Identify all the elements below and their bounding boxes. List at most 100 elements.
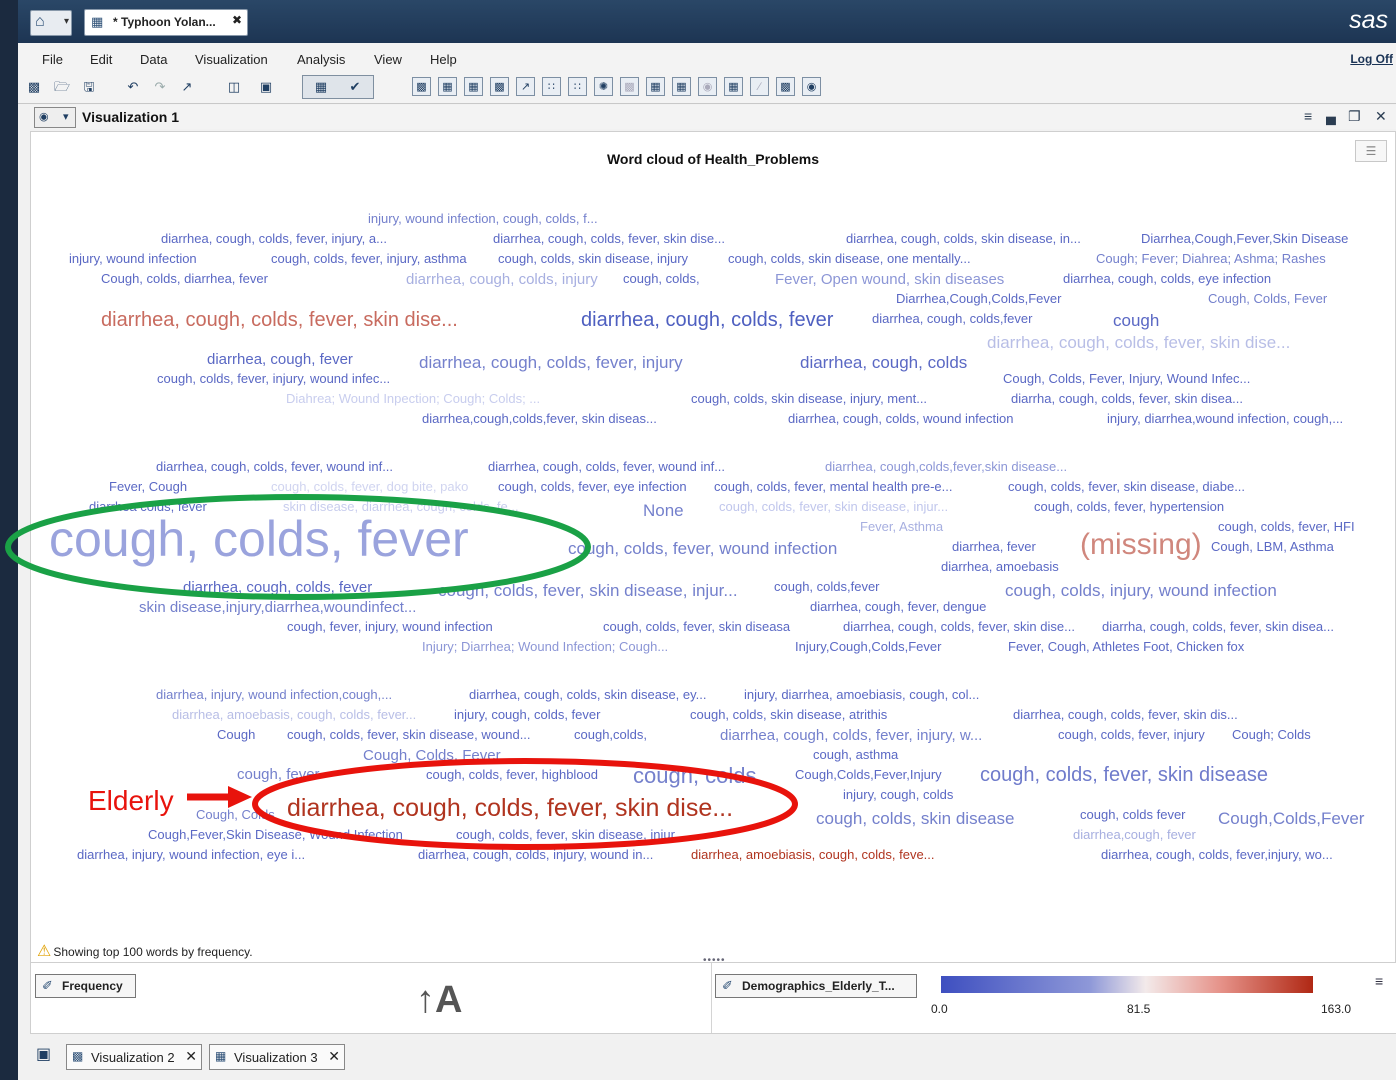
word-cloud-term[interactable]: diarrhea, amoebiasis, cough, colds, feve… [691,848,935,861]
word-cloud-term[interactable]: diarrhea, cough, colds, skin disease, ey… [469,688,707,701]
word-cloud-term[interactable]: diarrhea, cough, colds, fever, wound inf… [156,460,393,473]
word-cloud-term[interactable]: cough, colds, injury, wound infection [1005,582,1277,599]
log-off-link[interactable]: Log Off [1350,52,1393,66]
word-cloud-term[interactable]: (missing) [1080,530,1202,560]
word-cloud-term[interactable]: diarrhea, cough, colds, fever, skin dise… [843,620,1075,633]
word-cloud-term[interactable]: Fever, Cough, Athletes Foot, Chicken fox [1008,640,1244,653]
line-chart-icon[interactable]: ↗ [516,77,535,96]
table-icon[interactable]: ▦ [438,77,457,96]
word-cloud-term[interactable]: Cough [217,728,255,741]
word-cloud-term[interactable]: cough [1113,312,1159,329]
menu-analysis[interactable]: Analysis [297,52,345,67]
box-plot-icon[interactable]: ▦ [646,77,665,96]
select-mode-icon[interactable]: ▦ [311,77,331,97]
histogram-icon[interactable]: ▩ [620,77,639,96]
undo-icon[interactable]: ↶ [123,77,143,97]
home-button[interactable]: ⌂ ▾ [30,10,72,36]
word-cloud-term[interactable]: cough, colds, skin disease, injury [498,252,688,265]
word-cloud-term[interactable]: Injury,Cough,Colds,Fever [795,640,941,653]
word-cloud-term[interactable]: Cough; Colds [1232,728,1311,741]
document-tab[interactable]: ▦ * Typhoon Yolan... ✖ [84,9,248,36]
word-cloud-term[interactable]: cough, colds, fever, dog bite, pako [271,480,468,493]
word-cloud-term[interactable]: cough, colds, skin disease, atrithis [690,708,887,721]
word-cloud-term[interactable]: diarrhea, cough, colds, fever, skin dise… [101,310,458,330]
word-cloud-term[interactable]: Cough, Colds, Fever [363,748,501,763]
close-icon[interactable]: ✕ [1375,108,1387,125]
word-cloud-term[interactable]: cough, colds, fever [49,514,469,564]
word-cloud-term[interactable]: cough, colds, fever, injury, asthma [271,252,467,265]
word-cloud-term[interactable]: cough, colds, fever, skin disease [980,765,1268,785]
word-cloud-term[interactable]: diarrhea, cough, colds, fever, skin dise… [493,232,725,245]
word-cloud-term[interactable]: diarrhea, cough, colds, fever, injury, w… [720,728,982,743]
word-cloud-term[interactable]: Fever, Asthma [860,520,943,533]
word-cloud-term[interactable]: injury, wound infection [69,252,197,265]
word-cloud-term[interactable]: diarrhea, cough, colds, fever, skin dise… [987,334,1290,351]
menu-visualization[interactable]: Visualization [195,52,268,67]
word-cloud-term[interactable]: cough, fever, injury, wound infection [287,620,493,633]
word-cloud-term[interactable]: diarrhea,cough,colds,fever, skin diseas.… [422,412,657,425]
close-icon[interactable]: ✕ [185,1048,197,1065]
layers-icon[interactable]: ▣ [36,1044,51,1064]
word-cloud-term[interactable]: skin disease,injury,diarrhea,woundinfect… [139,600,416,615]
size-role-chip[interactable]: ✐ Frequency [35,974,136,998]
open-folder-icon[interactable]: 🗁 [52,77,72,97]
color-role-chip[interactable]: ✐ Demographics_Elderly_T... [715,974,917,998]
word-cloud-term[interactable]: diarrhea, cough, colds, skin disease, in… [846,232,1081,245]
word-cloud-term[interactable]: cough, colds, skin disease, injury, ment… [691,392,927,405]
word-cloud-term[interactable]: cough, colds, fever, wound infection [568,540,837,557]
word-cloud-term[interactable]: cough, colds, fever, skin diseasa [603,620,790,633]
menu-data[interactable]: Data [140,52,167,67]
word-cloud-term[interactable]: diarrhea, cough, colds, fever, injury, a… [161,232,387,245]
export-icon[interactable]: ↗ [177,77,197,97]
word-cloud-term[interactable]: diarrhea, cough, colds, fever [581,310,833,330]
word-cloud-term[interactable]: Cough, colds, diarrhea, fever [101,272,268,285]
word-cloud-term[interactable]: injury, wound infection, cough, colds, f… [368,212,598,225]
word-cloud-term[interactable]: diarrhea, amoebasis, cough, colds, fever… [172,708,416,721]
geo-map-icon[interactable]: ◉ [698,77,717,96]
bar-chart-icon[interactable]: ▩ [412,77,431,96]
word-cloud-icon[interactable]: ◉ [802,77,821,96]
word-cloud-term[interactable]: cough, colds, fever, injury [1058,728,1205,741]
word-cloud-term[interactable]: Cough, Colds, Fever, Injury, Wound Infec… [1003,372,1250,385]
word-cloud-term[interactable]: diarrhea, cough,colds,fever,skin disease… [825,460,1067,473]
word-cloud-term[interactable]: cough, colds, fever, eye infection [498,480,687,493]
menu-view[interactable]: View [374,52,402,67]
word-cloud-term[interactable]: injury, cough, colds [843,788,953,801]
visualization-type-button[interactable]: ◉ ▾ [34,107,76,128]
word-cloud-term[interactable]: diarrhea, cough, colds, fever, wound inf… [488,460,725,473]
word-cloud-term[interactable]: cough, asthma [813,748,898,761]
word-cloud-term[interactable]: diarrhea, cough, colds, eye infection [1063,272,1271,285]
word-cloud-term[interactable]: diarrhea, injury, wound infection, eye i… [77,848,305,861]
word-cloud-term[interactable]: diarrhea, injury, wound infection,cough,… [156,688,392,701]
word-cloud-term[interactable]: diarrhea, cough, colds, fever, skin dis.… [1013,708,1238,721]
word-cloud-term[interactable]: diarrhea, cough, fever [207,352,353,367]
decision-tree-icon[interactable]: ▩ [776,77,795,96]
save-icon[interactable]: 🖫 [79,77,99,97]
word-cloud-term[interactable]: Fever, Cough [109,480,187,493]
word-cloud-term[interactable]: diarrhea, cough, colds, fever,injury, wo… [1101,848,1333,861]
word-cloud-term[interactable]: diarrhea, cough, colds, wound infection [788,412,1013,425]
word-cloud-term[interactable]: diarrhea, cough, colds, fever [183,580,372,595]
new-icon[interactable]: ▩ [24,77,44,97]
word-cloud-term[interactable]: Diarrhea,Cough,Colds,Fever [896,292,1061,305]
menu-help[interactable]: Help [430,52,457,67]
canvas-menu-icon[interactable]: ☰ [1355,140,1387,162]
word-cloud-term[interactable]: Diarrhea,Cough,Fever,Skin Disease [1141,232,1348,245]
word-cloud-term[interactable]: cough, colds, fever, injury, wound infec… [157,372,390,385]
word-cloud-term[interactable]: diarrhea, cough, colds, injury [406,272,598,287]
word-cloud-term[interactable]: diarrha, cough, colds, fever, skin disea… [1011,392,1243,405]
word-cloud-term[interactable]: diarrhea, cough, colds, injury, wound in… [418,848,653,861]
word-cloud-term[interactable]: cough, colds, skin disease, one mentally… [728,252,971,265]
pin-mode-icon[interactable]: ✔ [345,77,365,97]
tab-visualization-3[interactable]: ▦ Visualization 3 ✕ [209,1044,345,1070]
word-cloud-term[interactable]: cough, colds, fever, skin disease, wound… [287,728,531,741]
word-cloud-term[interactable]: injury, cough, colds, fever [454,708,600,721]
word-cloud-term[interactable]: None [643,502,684,519]
word-cloud-term[interactable]: diarrhea, cough, fever, dengue [810,600,986,613]
redo-icon[interactable]: ↷ [150,77,170,97]
word-cloud-term[interactable]: injury, diarrhea,wound infection, cough,… [1107,412,1343,425]
word-cloud-term[interactable]: Cough, Colds, Fever [1208,292,1327,305]
word-cloud-term[interactable]: cough, colds, fever, skin disease, injur… [719,500,948,513]
word-cloud-term[interactable]: diarrhea,cough, fever [1073,828,1196,841]
word-cloud-term[interactable]: Cough; Fever; Diahrea; Ashma; Rashes [1096,252,1326,265]
